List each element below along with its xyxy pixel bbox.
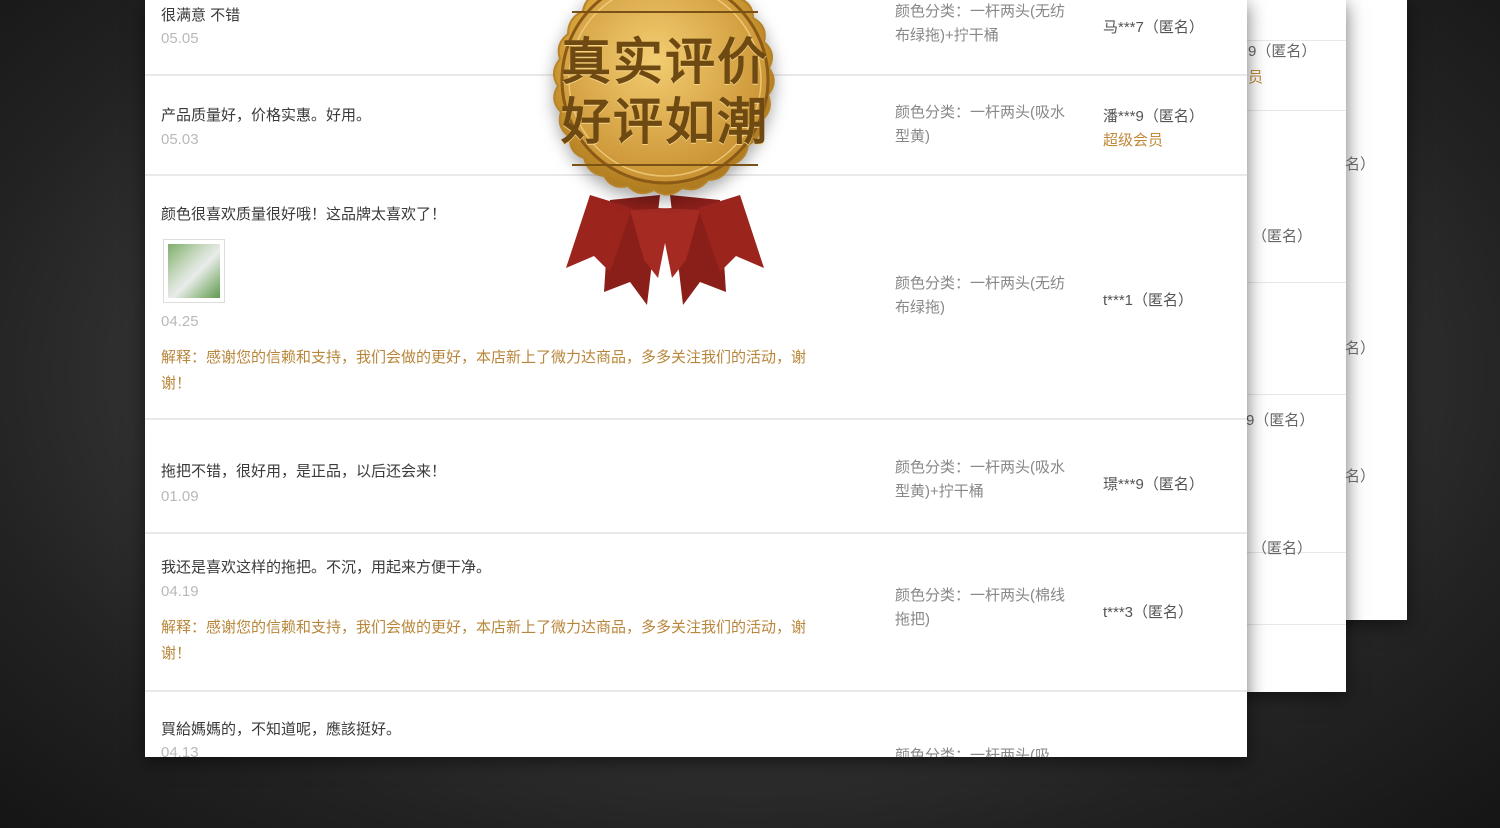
seller-reply: 解释：感谢您的信赖和支持，我们会做的更好，本店新上了微力达商品，多多关注我们的活… — [161, 349, 807, 392]
back-user: 名） — [1345, 340, 1376, 357]
review-comment: 产品质量好，价格实惠。好用。 — [161, 107, 372, 124]
review-date: 04.25 — [161, 313, 199, 330]
review-user[interactable]: 潘***9（匿名） — [1103, 105, 1204, 126]
review-spec: 颜色分类：一杆两头(无纺布绿拖) — [895, 275, 1065, 316]
review-row: 買給媽媽的，不知道呢，應該挺好。 04.13 颜色分类：一杆两头(吸 — [145, 692, 1247, 757]
review-photo-thumbnail[interactable] — [163, 239, 225, 303]
review-comment: 很满意 不错 — [161, 7, 241, 24]
review-spec: 颜色分类：一杆两头(棉线拖把) — [895, 587, 1065, 628]
review-comment: 我还是喜欢这样的拖把。不沉，用起来方便干净。 — [161, 559, 492, 576]
review-spec: 颜色分类：一杆两头(吸水型黄) — [895, 104, 1065, 145]
review-spec: 颜色分类：一杆两头(吸 — [895, 747, 1050, 757]
review-comment: 颜色很喜欢质量很好哦！这品牌太喜欢了！ — [161, 206, 447, 223]
review-user[interactable]: t***3（匿名） — [1103, 601, 1193, 622]
award-medal: 真实评价 好评如潮 — [482, 0, 848, 320]
back-user: 名） — [1345, 468, 1376, 485]
review-comment: 買給媽媽的，不知道呢，應該挺好。 — [161, 721, 402, 738]
back-user: 名） — [1345, 156, 1376, 173]
medal-title-line2: 好评如潮 — [561, 93, 769, 151]
review-date: 01.09 — [161, 488, 199, 505]
review-date: 05.03 — [161, 131, 199, 148]
seller-reply: 解释：感谢您的信赖和支持，我们会做的更好，本店新上了微力达商品，多多关注我们的活… — [161, 619, 807, 662]
review-comment: 拖把不错，很好用，是正品，以后还会来！ — [161, 463, 447, 480]
member-badge: 超级会员 — [1103, 132, 1164, 149]
review-spec: 颜色分类：一杆两头(无纺布绿拖)+拧干桶 — [895, 3, 1065, 44]
review-date: 05.05 — [161, 30, 199, 47]
review-user[interactable]: 马***7（匿名） — [1103, 16, 1204, 37]
review-user[interactable]: t***1（匿名） — [1103, 289, 1193, 310]
review-date: 04.19 — [161, 583, 199, 600]
review-row: 拖把不错，很好用，是正品，以后还会来！ 01.09 颜色分类：一杆两头(吸水型黄… — [145, 420, 1247, 534]
review-date: 04.13 — [161, 744, 199, 757]
review-user[interactable]: 璟***9（匿名） — [1103, 473, 1204, 494]
review-spec: 颜色分类：一杆两头(吸水型黄)+拧干桶 — [895, 459, 1065, 500]
review-row: 我还是喜欢这样的拖把。不沉，用起来方便干净。 04.19 解释：感谢您的信赖和支… — [145, 534, 1247, 692]
